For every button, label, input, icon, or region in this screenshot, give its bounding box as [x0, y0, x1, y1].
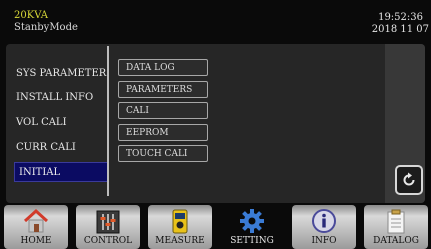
cali-button[interactable]: CALI	[118, 102, 208, 119]
meter-icon	[172, 209, 188, 234]
tab-info[interactable]: INFO	[292, 205, 356, 249]
tab-home-label: HOME	[20, 236, 52, 246]
tab-datalog-label: DATALOG	[373, 236, 419, 246]
mode-label: StanbyMode	[14, 22, 78, 33]
menu-item-initial[interactable]: INITIAL	[14, 162, 109, 182]
tab-datalog[interactable]: DATALOG	[364, 205, 428, 249]
menu-item-vol-cali[interactable]: VOL CALI	[14, 113, 109, 133]
tab-control-label: CONTROL	[83, 236, 133, 246]
status-bar: 20KVA StanbyMode 19:52:36 2018 11 07	[0, 0, 431, 44]
clipboard-icon	[387, 209, 405, 234]
clock-time: 19:52:36	[378, 12, 423, 23]
model-label: 20KVA	[14, 10, 48, 21]
data-log-button[interactable]: DATA LOG	[118, 59, 208, 76]
touch-cali-button[interactable]: TOUCH CALI	[118, 145, 208, 162]
tab-setting-label: SETTING	[230, 236, 274, 246]
tab-measure[interactable]: MEASURE	[148, 205, 212, 249]
info-icon	[312, 209, 336, 233]
tab-setting[interactable]: SETTING	[220, 205, 284, 249]
clock-date: 2018 11 07	[371, 24, 429, 35]
back-button[interactable]	[395, 165, 423, 195]
tab-home[interactable]: HOME	[4, 205, 68, 249]
tab-info-label: INFO	[311, 236, 337, 246]
tab-measure-label: MEASURE	[155, 236, 205, 246]
bottom-nav: HOME CONTROL MEASURE SETTING INFO DATALO…	[0, 203, 431, 249]
house-icon	[23, 208, 49, 233]
menu-item-sys-parameter[interactable]: SYS PARAMETER	[14, 64, 109, 84]
menu-item-install-info[interactable]: INSTALL INFO	[14, 88, 109, 108]
menu-item-curr-cali[interactable]: CURR CALI	[14, 138, 109, 158]
eeprom-button[interactable]: EEPROM	[118, 124, 208, 141]
refresh-back-icon	[403, 172, 415, 186]
tab-control[interactable]: CONTROL	[76, 205, 140, 249]
gear-icon	[240, 209, 264, 233]
sliders-icon	[96, 210, 120, 234]
settings-panel: SYS PARAMETER INSTALL INFO VOL CALI CURR…	[6, 44, 425, 203]
parameters-button[interactable]: PARAMETERS	[118, 81, 208, 98]
menu-divider	[107, 46, 109, 196]
